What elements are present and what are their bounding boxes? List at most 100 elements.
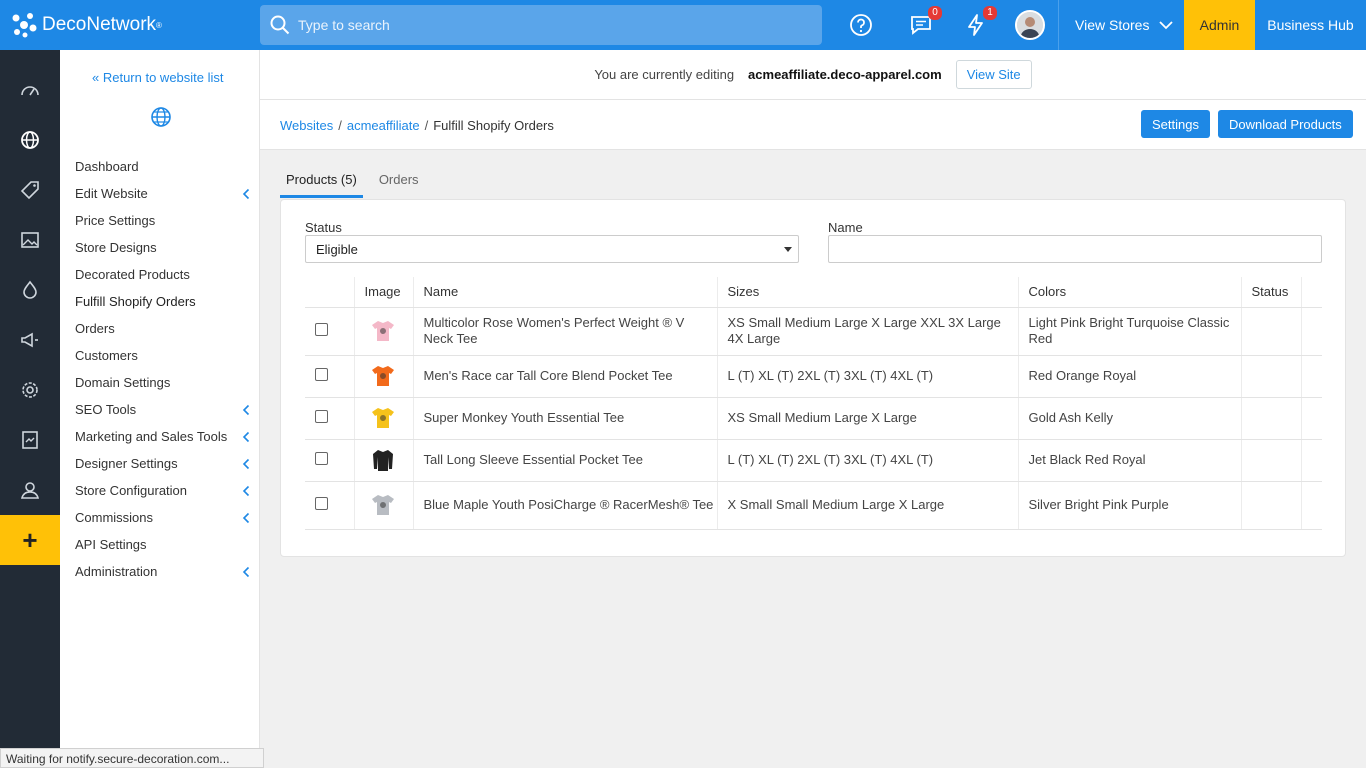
- product-name-cell[interactable]: Blue Maple Youth PosiCharge ® RacerMesh®…: [412, 481, 717, 530]
- sidebar-item-label: Domain Settings: [75, 375, 171, 390]
- products-panel: Status Eligible Name Image Name Sizes Co…: [280, 199, 1346, 557]
- breadcrumb-bar: Websites / acmeaffiliate / Fulfill Shopify O…: [260, 100, 1366, 150]
- product-status-cell: [1240, 307, 1301, 356]
- product-status-cell: [1240, 439, 1301, 482]
- product-name-cell[interactable]: Tall Long Sleeve Essential Pocket Tee: [412, 439, 717, 482]
- column-header-name[interactable]: Name: [412, 277, 717, 308]
- status-filter-label: Status: [305, 220, 342, 235]
- product-sizes-cell: L (T) XL (T) 2XL (T) 3XL (T) 4XL (T): [716, 355, 1018, 398]
- row-checkbox[interactable]: [315, 367, 328, 381]
- product-name-cell[interactable]: Men's Race car Tall Core Blend Pocket Te…: [412, 355, 717, 398]
- row-checkbox[interactable]: [315, 451, 328, 465]
- tshirt-thumbnail-icon[interactable]: [365, 363, 401, 389]
- admin-label: Admin: [1199, 17, 1240, 33]
- user-avatar[interactable]: [1015, 10, 1045, 40]
- table-row[interactable]: Blue Maple Youth PosiCharge ® RacerMesh®…: [305, 481, 1322, 530]
- table-row[interactable]: Tall Long Sleeve Essential Pocket Tee L (…: [305, 439, 1322, 482]
- sidebar-item-customers[interactable]: Customers: [75, 342, 260, 369]
- product-colors-cell: Light Pink Bright Turquoise Classic Red: [1017, 307, 1241, 356]
- product-colors-cell: Red Orange Royal: [1017, 355, 1241, 398]
- sidebar-item-commissions[interactable]: Commissions: [75, 504, 260, 531]
- rail-drop-icon[interactable]: [0, 265, 60, 315]
- tab-products[interactable]: Products (5): [280, 168, 363, 198]
- product-image-cell: [353, 481, 413, 530]
- rail-dashboard-gauge-icon[interactable]: [0, 65, 60, 115]
- sidebar-item-label: Decorated Products: [75, 267, 190, 282]
- sidebar-item-price-settings[interactable]: Price Settings: [75, 207, 260, 234]
- brand-registered-mark: ®: [156, 20, 162, 30]
- row-checkbox[interactable]: [315, 322, 328, 336]
- notifications-bolt-icon[interactable]: 1: [963, 6, 997, 38]
- product-status-cell: [1240, 481, 1301, 530]
- settings-button[interactable]: Settings: [1141, 110, 1210, 138]
- rail-add-plus-icon[interactable]: +: [0, 515, 60, 565]
- sidebar-item-fulfill-shopify-orders[interactable]: Fulfill Shopify Orders: [75, 288, 260, 315]
- product-name-cell[interactable]: Super Monkey Youth Essential Tee: [412, 397, 717, 440]
- tshirt-thumbnail-icon[interactable]: [365, 447, 401, 473]
- messages-badge: 0: [928, 6, 942, 20]
- sidebar-item-domain-settings[interactable]: Domain Settings: [75, 369, 260, 396]
- sidebar-item-label: Store Designs: [75, 240, 157, 255]
- rail-megaphone-icon[interactable]: [0, 315, 60, 365]
- product-status-cell: [1240, 397, 1301, 440]
- tshirt-thumbnail-icon[interactable]: [365, 318, 401, 344]
- status-select[interactable]: Eligible: [305, 235, 799, 263]
- sidebar-item-administration[interactable]: Administration: [75, 558, 260, 585]
- sidebar-item-label: Edit Website: [75, 186, 148, 201]
- rail-image-icon[interactable]: [0, 215, 60, 265]
- help-icon[interactable]: [848, 12, 874, 38]
- sidebar-item-store-designs[interactable]: Store Designs: [75, 234, 260, 261]
- extra-cell: [1300, 397, 1322, 440]
- sidebar: « Return to website list Dashboard Edit W…: [60, 50, 260, 768]
- view-site-button[interactable]: View Site: [955, 60, 1032, 89]
- rail-tag-icon[interactable]: [0, 165, 60, 215]
- top-bar: DecoNetwork® 0 1: [0, 0, 1366, 50]
- breadcrumb-separator: /: [338, 118, 342, 133]
- rail-banner-icon[interactable]: [0, 415, 60, 465]
- sidebar-item-designer-settings[interactable]: Designer Settings: [75, 450, 260, 477]
- chevron-left-icon: [242, 431, 250, 442]
- sidebar-item-decorated-products[interactable]: Decorated Products: [75, 261, 260, 288]
- chevron-left-icon: [242, 485, 250, 496]
- rail-settings-gear-icon[interactable]: [0, 365, 60, 415]
- breadcrumb-separator: /: [424, 118, 429, 133]
- tshirt-thumbnail-icon[interactable]: [365, 492, 401, 518]
- sidebar-item-seo-tools[interactable]: SEO Tools: [75, 396, 260, 423]
- tshirt-thumbnail-icon[interactable]: [365, 405, 401, 431]
- product-sizes-cell: XS Small Medium Large X Large XXL 3X Lar…: [716, 307, 1018, 356]
- name-filter-input[interactable]: [828, 235, 1322, 263]
- search-bar[interactable]: [260, 5, 822, 45]
- tab-orders[interactable]: Orders: [373, 168, 425, 198]
- editing-label: You are currently editing: [594, 67, 735, 82]
- status-select-value: Eligible: [316, 241, 358, 257]
- breadcrumb-site-link[interactable]: acmeaffiliate: [347, 118, 420, 133]
- sidebar-item-store-configuration[interactable]: Store Configuration: [75, 477, 260, 504]
- table-row[interactable]: Super Monkey Youth Essential Tee XS Small…: [305, 397, 1322, 440]
- search-input[interactable]: [298, 17, 778, 33]
- rail-websites-globe-icon[interactable]: [0, 115, 60, 165]
- business-hub-button[interactable]: Business Hub: [1255, 0, 1366, 50]
- view-stores-dropdown[interactable]: View Stores: [1058, 0, 1184, 50]
- product-name-cell[interactable]: Multicolor Rose Women's Perfect Weight ®…: [412, 307, 717, 356]
- extra-cell: [1300, 307, 1322, 356]
- messages-icon[interactable]: 0: [908, 6, 942, 38]
- product-sizes-cell: XS Small Medium Large X Large: [716, 397, 1018, 440]
- sidebar-item-api-settings[interactable]: API Settings: [75, 531, 260, 558]
- download-products-button[interactable]: Download Products: [1218, 110, 1353, 138]
- return-to-website-list-link[interactable]: « Return to website list: [92, 70, 224, 85]
- row-checkbox[interactable]: [315, 496, 328, 510]
- table-row[interactable]: Men's Race car Tall Core Blend Pocket Te…: [305, 355, 1322, 398]
- row-select-cell: [305, 439, 354, 482]
- sidebar-item-orders[interactable]: Orders: [75, 315, 260, 342]
- breadcrumb-websites-link[interactable]: Websites: [280, 118, 333, 133]
- chevron-down-icon: [1159, 21, 1174, 30]
- table-header-row: Image Name Sizes Colors Status: [305, 277, 1322, 308]
- sidebar-item-marketing-and-sales-tools[interactable]: Marketing and Sales Tools: [75, 423, 260, 450]
- logo[interactable]: DecoNetwork ®: [0, 0, 260, 50]
- sidebar-item-edit-website[interactable]: Edit Website: [75, 180, 260, 207]
- admin-button[interactable]: Admin: [1184, 0, 1255, 50]
- table-row[interactable]: Multicolor Rose Women's Perfect Weight ®…: [305, 307, 1322, 356]
- row-checkbox[interactable]: [315, 409, 328, 423]
- rail-user-icon[interactable]: [0, 465, 60, 515]
- sidebar-item-dashboard[interactable]: Dashboard: [75, 153, 260, 180]
